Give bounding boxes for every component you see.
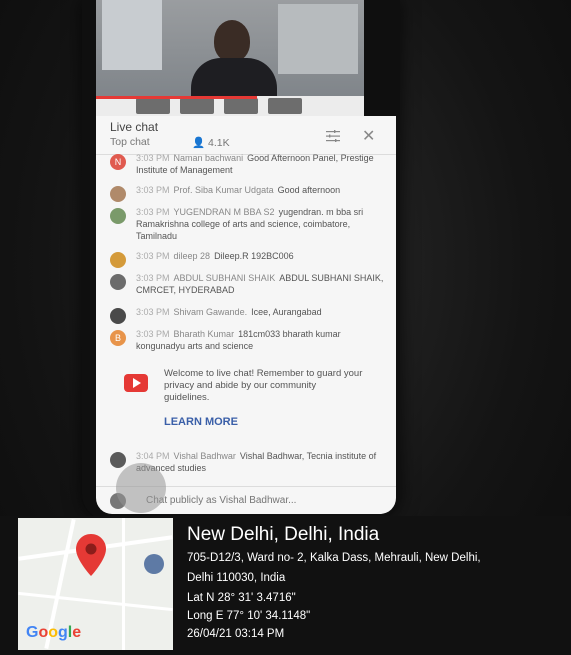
message-time: 3:04 PM <box>136 451 170 461</box>
person-icon: 👤 <box>192 137 206 149</box>
avatar <box>110 252 126 268</box>
avatar <box>110 274 126 290</box>
message-author[interactable]: Vishal Badhwar <box>174 451 236 461</box>
longitude: Long E 77° 10' 34.1148" <box>187 610 311 622</box>
chat-message: 3:03 PM Shivam Gawande. Icee, Aurangabad <box>96 306 332 324</box>
datetime: 26/04/21 03:14 PM <box>187 628 285 640</box>
thumbnail[interactable] <box>268 98 302 114</box>
message-time: 3:03 PM <box>136 185 170 195</box>
map-thumbnail: Google <box>18 518 173 650</box>
chat-message: N 3:03 PM Naman bachwani Good Afternoon Pa… <box>96 152 396 176</box>
message-time: 3:03 PM <box>136 273 170 283</box>
map-road <box>122 518 125 650</box>
avatar: B <box>110 330 126 346</box>
youtube-icon <box>124 374 148 392</box>
poi-icon <box>144 554 164 574</box>
chat-message: 3:03 PM Prof. Siba Kumar Udgata Good after… <box>96 184 350 202</box>
message-text: Vishal Badhwar, Tecnia institute of adva… <box>136 451 377 473</box>
background-board <box>278 4 358 74</box>
message-time: 3:03 PM <box>136 251 170 261</box>
video-progress-bar[interactable] <box>96 96 257 99</box>
filter-icon[interactable] <box>326 130 340 142</box>
touch-indicator <box>116 463 166 513</box>
chat-header: Live chat Top chat 👤 4.1K ✕ <box>96 116 396 155</box>
chat-message: B 3:03 PM Bharath Kumar 181cm033 bharath k… <box>96 328 396 352</box>
message-author[interactable]: Prof. Siba Kumar Udgata <box>174 185 274 195</box>
chat-title: Live chat <box>110 120 159 134</box>
viewer-count: 👤 4.1K <box>192 136 230 149</box>
chat-message: 3:03 PM ABDUL SUBHANI SHAIK ABDUL SUBHANI … <box>96 272 396 296</box>
message-time: 3:03 PM <box>136 207 170 217</box>
avatar <box>110 452 126 468</box>
map-pin-icon <box>76 534 106 576</box>
message-time: 3:03 PM <box>136 153 170 163</box>
welcome-text: Welcome to live chat! Remember to guard … <box>164 368 363 403</box>
thumbnail[interactable] <box>136 98 170 114</box>
message-author[interactable]: Bharath Kumar <box>174 329 235 339</box>
message-time: 3:03 PM <box>136 307 170 317</box>
viewer-count-value: 4.1K <box>208 137 230 149</box>
live-chat-panel: Live chat Top chat 👤 4.1K ✕ N 3:03 PM Nam… <box>96 116 396 514</box>
message-author[interactable]: Naman bachwani <box>174 153 244 163</box>
message-author[interactable]: dileep 28 <box>174 251 211 261</box>
avatar: N <box>110 154 126 170</box>
close-icon[interactable]: ✕ <box>362 126 375 146</box>
address-line-1: 705-D12/3, Ward no- 2, Kalka Dass, Mehra… <box>187 552 481 564</box>
chat-message: 3:03 PM dileep 28 Dileep.R 192BC006 <box>96 250 304 268</box>
google-logo: Google <box>26 624 82 641</box>
message-text: Good afternoon <box>277 185 341 195</box>
avatar <box>110 208 126 224</box>
message-author[interactable]: Shivam Gawande. <box>174 307 248 317</box>
background-window <box>102 0 162 70</box>
chat-mode-selector[interactable]: Top chat <box>110 136 150 148</box>
video-thumbnails <box>96 96 364 116</box>
avatar <box>110 308 126 324</box>
thumbnail[interactable] <box>224 98 258 114</box>
chat-message: 3:03 PM YUGENDRAN M BBA S2 yugendran. m bb… <box>96 206 396 242</box>
video-player[interactable] <box>96 0 364 96</box>
speaker-head <box>214 20 250 62</box>
message-text: Good Afternoon Panel, Prestige Institute… <box>136 153 374 175</box>
location-title: New Delhi, Delhi, India <box>187 524 380 545</box>
message-author[interactable]: YUGENDRAN M BBA S2 <box>174 207 275 217</box>
thumbnail[interactable] <box>180 98 214 114</box>
address-line-2: Delhi 110030, India <box>187 572 286 584</box>
message-author[interactable]: ABDUL SUBHANI SHAIK <box>174 273 276 283</box>
learn-more-link[interactable]: LEARN MORE <box>164 416 238 428</box>
map-road <box>18 591 173 612</box>
latitude: Lat N 28° 31' 3.4716" <box>187 592 296 604</box>
chat-input[interactable] <box>146 495 376 506</box>
avatar <box>110 186 126 202</box>
message-text: Icee, Aurangabad <box>251 307 322 317</box>
message-time: 3:03 PM <box>136 329 170 339</box>
speaker-body <box>191 58 277 96</box>
message-text: Dileep.R 192BC006 <box>214 251 294 261</box>
